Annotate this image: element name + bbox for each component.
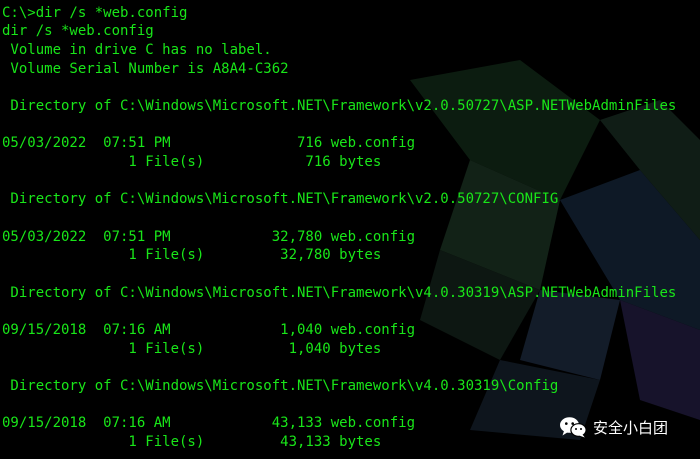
terminal-line: Volume in drive C has no label.: [2, 42, 272, 58]
terminal-line: Directory of C:\Windows\Microsoft.NET\Fr…: [2, 98, 677, 114]
terminal-line: Directory of C:\Windows\Microsoft.NET\Fr…: [2, 378, 559, 394]
terminal-line: 09/15/2018 07:16 AM 1,040 web.config: [2, 322, 416, 338]
terminal-line: dir /s *web.config: [2, 23, 154, 39]
terminal-line: 1 File(s) 32,780 bytes: [2, 247, 382, 263]
terminal-line: 1 File(s) 716 bytes: [2, 154, 382, 170]
terminal-line: Directory of C:\Windows\Microsoft.NET\Fr…: [2, 191, 559, 207]
terminal-line: Directory of C:\Windows\Microsoft.NET\Fr…: [2, 285, 677, 301]
terminal-line: 05/03/2022 07:51 PM 716 web.config: [2, 135, 416, 151]
watermark: 安全小白团: [559, 416, 668, 438]
terminal-output: C:\>dir /s *web.config dir /s *web.confi…: [0, 0, 700, 459]
terminal-line: 1 File(s) 1,040 bytes: [2, 341, 382, 357]
terminal-line: Volume Serial Number is A8A4-C362: [2, 61, 289, 77]
wechat-icon: [560, 417, 587, 438]
terminal-line: 09/15/2018 07:16 AM 43,133 web.config: [2, 415, 416, 431]
terminal-line: 05/03/2022 07:51 PM 32,780 web.config: [2, 229, 416, 245]
terminal-line: C:\>dir /s *web.config: [2, 5, 188, 21]
watermark-text: 安全小白团: [593, 418, 669, 437]
terminal-line: 1 File(s) 43,133 bytes: [2, 434, 382, 450]
